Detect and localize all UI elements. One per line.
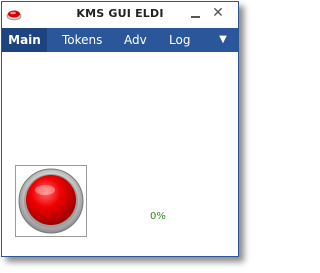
title-bar[interactable]: KMS GUI ELDI ✕: [2, 2, 238, 26]
minimize-icon: [191, 16, 200, 18]
tab-tokens[interactable]: Tokens: [62, 28, 102, 52]
minimize-button[interactable]: [188, 5, 204, 21]
app-window: KMS GUI ELDI ✕ Main Tokens Adv Log ▼ 0%: [1, 1, 239, 257]
tab-main[interactable]: Main: [2, 28, 47, 52]
close-button[interactable]: ✕: [210, 5, 226, 21]
main-panel: 0%: [2, 52, 238, 256]
tab-log[interactable]: Log: [169, 28, 190, 52]
tab-adv[interactable]: Adv: [124, 28, 147, 52]
activate-button[interactable]: [15, 165, 87, 237]
nav-bar: Main Tokens Adv Log ▼: [2, 28, 238, 52]
progress-text: 0%: [150, 211, 166, 222]
red-round-button-icon: [15, 165, 87, 237]
menu-dropdown-icon[interactable]: ▼: [216, 28, 230, 52]
